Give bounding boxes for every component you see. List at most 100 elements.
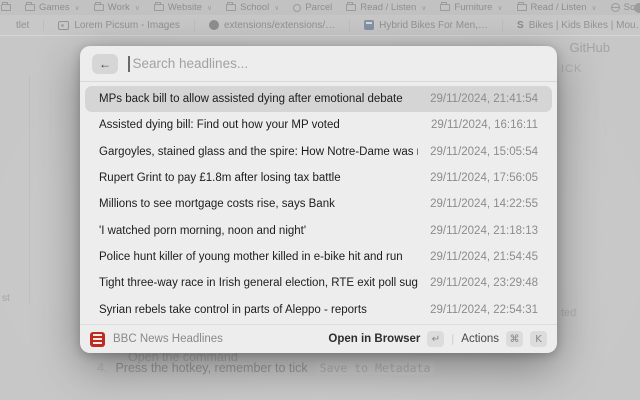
- k-key-icon: K: [530, 331, 547, 347]
- chevron-down-icon: ∨: [592, 4, 597, 12]
- headline-row[interactable]: Gargoyles, stained glass and the spire: …: [85, 139, 552, 165]
- headline-title: Gargoyles, stained glass and the spire: …: [99, 146, 418, 158]
- headline-title: Millions to see mortgage costs rise, say…: [99, 198, 418, 210]
- bookmark-folder-work[interactable]: Work∨: [94, 2, 140, 13]
- background-text-ted: ted: [561, 307, 576, 319]
- bookmark-hybrid-bikes[interactable]: Hybrid Bikes For Men,…: [349, 20, 502, 31]
- bookmark-label: Furniture: [454, 2, 492, 13]
- headline-row[interactable]: Tight three-way race in Irish general el…: [85, 270, 552, 296]
- open-in-browser-button[interactable]: Open in Browser: [328, 333, 420, 345]
- bookmark-extensions[interactable]: extensions/extensions/…: [194, 20, 349, 31]
- headline-row[interactable]: Syrian rebels take control in parts of A…: [85, 296, 552, 322]
- chevron-down-icon: ∨: [421, 4, 426, 12]
- bookmark-label: tlet: [16, 20, 29, 31]
- background-step-4: 4. Press the hotkey, remember to tick Sa…: [97, 361, 434, 375]
- screen: Games∨ Work∨ Website∨ School∨ Parcel Rea…: [0, 0, 640, 400]
- headline-row[interactable]: Police hunt killer of young mother kille…: [85, 244, 552, 270]
- footer-actions: Open in Browser ↵ | Actions ⌘ K: [328, 331, 547, 347]
- folder-icon: [1, 4, 11, 11]
- globe-icon: [611, 3, 620, 12]
- headline-time: 29/11/2024, 23:29:48: [430, 277, 538, 289]
- search-input[interactable]: Search headlines...: [133, 56, 249, 71]
- bookmark-parcel[interactable]: Parcel: [293, 2, 332, 13]
- cmd-key-icon: ⌘: [506, 331, 523, 347]
- headline-time: 29/11/2024, 16:16:11: [431, 119, 538, 131]
- command-palette: ← Search headlines... MPs back bill to a…: [80, 46, 557, 353]
- bookmark-label: Work: [108, 2, 130, 13]
- back-button[interactable]: ←: [92, 54, 118, 74]
- headline-time: 29/11/2024, 22:54:31: [430, 304, 538, 316]
- headline-time: 29/11/2024, 21:41:54: [430, 93, 538, 105]
- palette-footer: BBC News Headlines Open in Browser ↵ | A…: [80, 324, 557, 353]
- partial-favicon-icon: [634, 3, 640, 13]
- bookmark-label: Read / Listen: [531, 2, 587, 13]
- headline-title: Rupert Grint to pay £1.8m after losing t…: [99, 172, 418, 184]
- headline-title: Syrian rebels take control in parts of A…: [99, 304, 418, 316]
- enter-key-icon: ↵: [427, 331, 444, 347]
- step-text: Press the hotkey, remember to tick: [115, 361, 307, 375]
- headline-title: Assisted dying bill: Find out how your M…: [99, 119, 419, 131]
- headline-time: 29/11/2024, 14:22:55: [430, 198, 538, 210]
- bookmark-folder-read-listen[interactable]: Read / Listen∨: [346, 2, 426, 13]
- bookmark-label: Website: [168, 2, 202, 13]
- chevron-down-icon: ∨: [497, 4, 502, 12]
- bookmark-label: extensions/extensions/…: [224, 20, 335, 31]
- background-text-github: GitHub: [570, 40, 610, 55]
- bookmark-label: Games: [39, 2, 70, 13]
- bookmark-folder-furniture[interactable]: Furniture ∨: [440, 2, 502, 13]
- background-divider: [29, 75, 30, 305]
- chevron-down-icon: ∨: [274, 4, 279, 12]
- headline-list: MPs back bill to allow assisted dying af…: [80, 82, 557, 324]
- bbc-logo-icon: [90, 332, 105, 347]
- folder-icon: [154, 4, 164, 11]
- step-number: 4.: [97, 361, 107, 375]
- headline-time: 29/11/2024, 17:56:05: [430, 172, 538, 184]
- bookmark-folder-games[interactable]: Games ∨: [25, 2, 80, 13]
- chevron-down-icon: ∨: [75, 4, 80, 12]
- folder-icon: [440, 4, 450, 11]
- headline-row[interactable]: Millions to see mortgage costs rise, say…: [85, 191, 552, 217]
- footer-divider: |: [451, 333, 454, 345]
- headline-title: MPs back bill to allow assisted dying af…: [99, 93, 418, 105]
- bookmark-label: School: [240, 2, 269, 13]
- folder-icon: [25, 4, 35, 11]
- bookmark-label: Bikes | Kids Bikes | Mou…: [529, 20, 640, 31]
- headline-time: 29/11/2024, 21:54:45: [430, 251, 538, 263]
- folder-icon: [226, 4, 236, 11]
- headline-title: Police hunt killer of young mother kille…: [99, 251, 418, 263]
- headline-title: Tight three-way race in Irish general el…: [99, 277, 418, 289]
- headline-row[interactable]: MPs back bill to allow assisted dying af…: [85, 86, 552, 112]
- bookmark-folder-read-listen-2[interactable]: Read / Listen ∨: [517, 2, 597, 13]
- headline-row[interactable]: 'I watched porn morning, noon and night'…: [85, 217, 552, 243]
- headline-time: 29/11/2024, 15:05:54: [430, 146, 538, 158]
- headline-time: 29/11/2024, 21:18:13: [430, 225, 538, 237]
- bookmark-label: Parcel: [305, 2, 332, 13]
- headline-row[interactable]: Assisted dying bill: Find out how your M…: [85, 112, 552, 138]
- step-code: Save to Metadata: [316, 361, 435, 375]
- actions-button[interactable]: Actions: [461, 333, 499, 345]
- bookmark-label: Hybrid Bikes For Men,…: [379, 20, 488, 31]
- folder-icon: [517, 4, 527, 11]
- bookmark-tlet[interactable]: tlet: [2, 20, 43, 31]
- text-cursor: [128, 56, 130, 72]
- background-text-ick: ICK: [561, 63, 582, 75]
- hybrid-bikes-favicon-icon: [364, 20, 374, 30]
- headline-title: 'I watched porn morning, noon and night': [99, 225, 418, 237]
- bookmark-folder-website[interactable]: Website ∨: [154, 2, 212, 13]
- bookmark-folder-school[interactable]: School ∨: [226, 2, 279, 13]
- folder-icon: [94, 4, 104, 11]
- bookmark-label: Lorem Picsum - Images: [74, 20, 180, 31]
- bookmark-lorem-picsum[interactable]: Lorem Picsum - Images: [43, 20, 194, 31]
- parcel-icon: [293, 4, 301, 12]
- bookmarks-bar-links: tlet Lorem Picsum - Images extensions/ex…: [0, 15, 640, 36]
- bookmark-kids-bikes[interactable]: S Bikes | Kids Bikes | Mou…: [502, 20, 640, 31]
- headline-row[interactable]: Rupert Grint to pay £1.8m after losing t…: [85, 165, 552, 191]
- chevron-down-icon: ∨: [207, 4, 212, 12]
- s-favicon-icon: S: [517, 20, 524, 31]
- search-header: ← Search headlines...: [80, 46, 557, 82]
- image-icon: [58, 21, 69, 30]
- bookmarks-bar-folders: Games∨ Work∨ Website∨ School∨ Parcel Rea…: [0, 0, 640, 15]
- background-text-st: st: [2, 293, 10, 304]
- github-icon: [209, 20, 219, 30]
- extension-name: BBC News Headlines: [113, 333, 223, 345]
